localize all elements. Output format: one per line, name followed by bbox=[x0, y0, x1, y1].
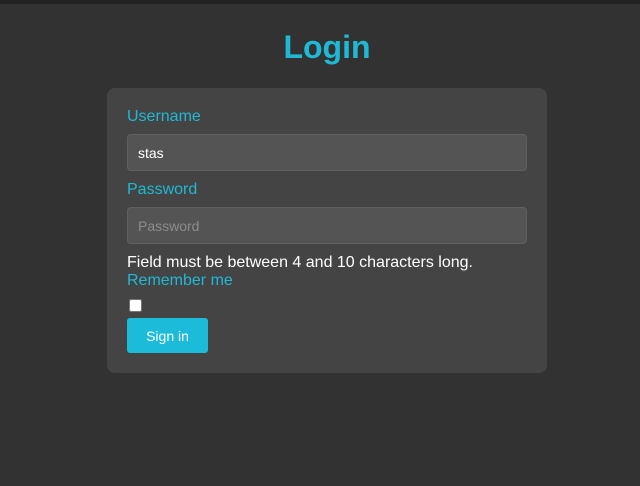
top-bar bbox=[0, 0, 640, 4]
remember-me-label: Remember me bbox=[127, 272, 233, 289]
username-label: Username bbox=[127, 108, 201, 125]
password-error-message: Field must be between 4 and 10 character… bbox=[127, 254, 473, 271]
login-card: Username Password Field must be between … bbox=[107, 88, 547, 373]
username-input[interactable] bbox=[127, 134, 527, 171]
password-label: Password bbox=[127, 181, 198, 198]
sign-in-button[interactable]: Sign in bbox=[127, 318, 208, 353]
remember-me-checkbox[interactable] bbox=[129, 299, 142, 312]
page-title: Login bbox=[283, 29, 371, 65]
password-input[interactable] bbox=[127, 207, 527, 244]
